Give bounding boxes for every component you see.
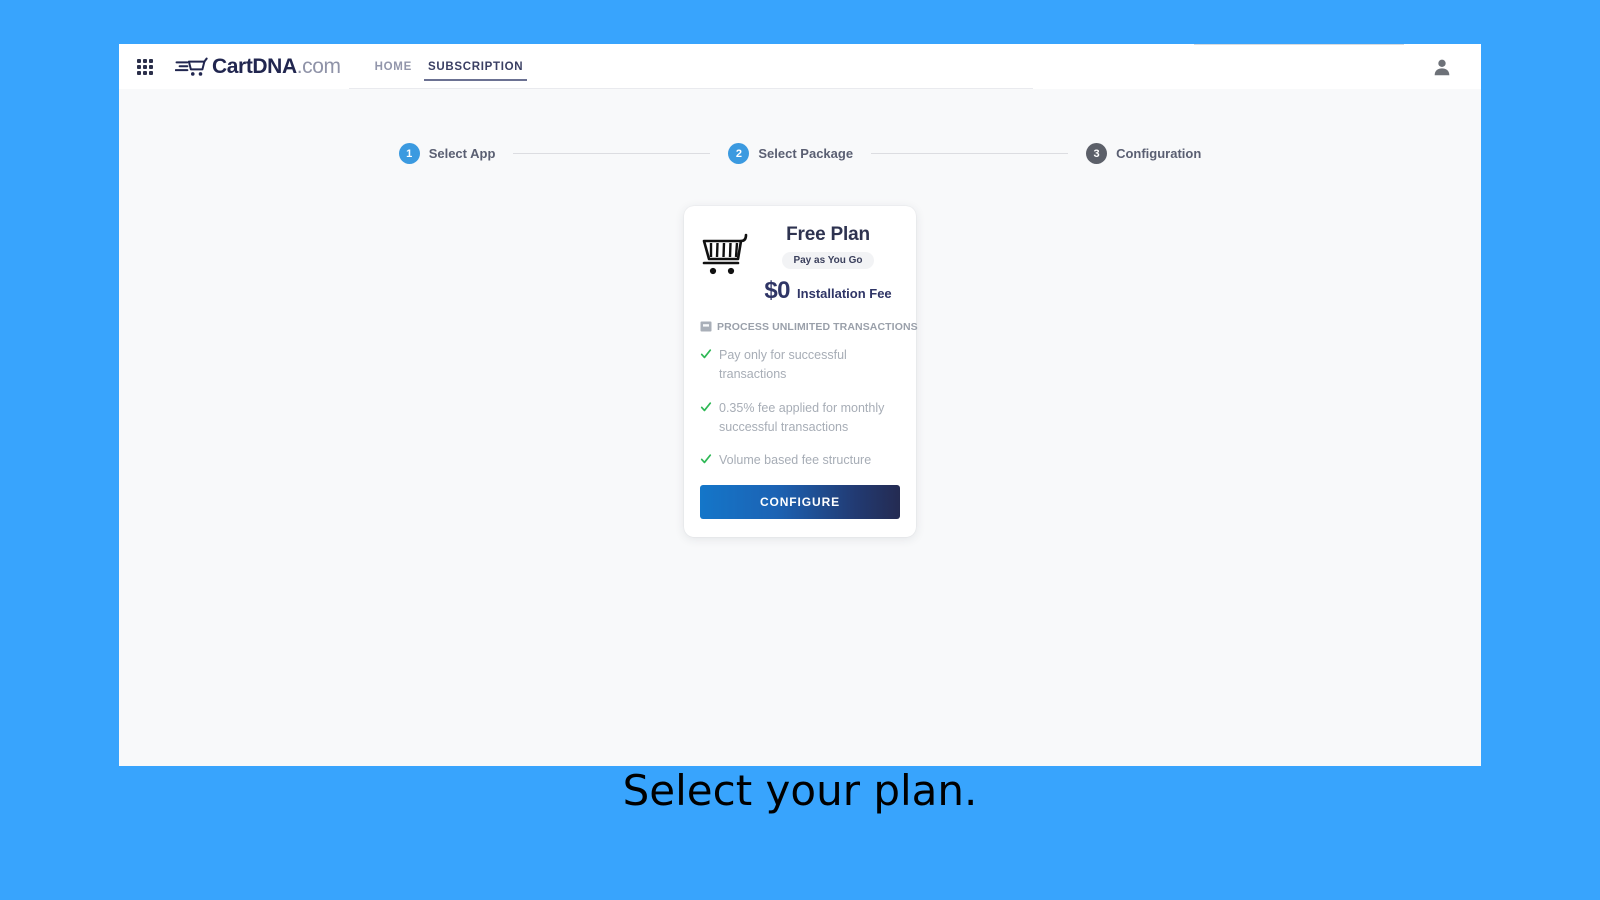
fast-cart-logo-icon bbox=[175, 56, 208, 76]
step-select-app[interactable]: 1 Select App bbox=[398, 143, 496, 164]
step-1-number: 1 bbox=[398, 143, 420, 164]
check-icon bbox=[700, 401, 712, 411]
step-3-number: 3 bbox=[1086, 143, 1108, 164]
app-content-panel: CartDNA .com HOME SUBSCRIPTION 1 Select A… bbox=[119, 44, 1481, 766]
step-select-package[interactable]: 2 Select Package bbox=[728, 143, 853, 164]
list-item: Volume based fee structure bbox=[700, 451, 900, 470]
brand-logo[interactable]: CartDNA .com bbox=[175, 55, 341, 79]
plan-badge: Pay as You Go bbox=[782, 251, 874, 269]
list-item: 0.35% fee applied for monthly successful… bbox=[700, 399, 900, 438]
step-1-label: Select App bbox=[428, 146, 496, 161]
plan-feature-list: Pay only for successful transactions 0.3… bbox=[700, 346, 900, 471]
page-caption: Select your plan. bbox=[622, 766, 978, 815]
brand-name: CartDNA bbox=[212, 55, 297, 78]
progress-stepper: 1 Select App 2 Select Package 3 Configur… bbox=[119, 143, 1481, 164]
topbar-divider bbox=[349, 88, 1033, 89]
user-avatar-icon[interactable] bbox=[1429, 54, 1455, 80]
step-2-label: Select Package bbox=[758, 146, 854, 161]
step-configuration[interactable]: 3 Configuration bbox=[1086, 143, 1201, 164]
nav-item-subscription[interactable]: SUBSCRIPTION bbox=[420, 44, 531, 89]
plan-subhead: PROCESS UNLIMITED TRANSACTIONS bbox=[700, 321, 918, 333]
plan-price-label: Installation Fee bbox=[797, 285, 892, 301]
feature-text: Pay only for successful transactions bbox=[719, 347, 847, 382]
plan-price: $0 bbox=[764, 276, 791, 304]
step-connector-2 bbox=[871, 153, 1069, 154]
plan-title: Free Plan bbox=[786, 224, 870, 245]
nav-links: HOME SUBSCRIPTION bbox=[367, 44, 532, 89]
plan-title-block: Free Plan Pay as You Go $0 Installation … bbox=[752, 224, 900, 305]
transactions-card-icon bbox=[700, 321, 712, 332]
grid-apps-icon[interactable] bbox=[137, 58, 153, 75]
top-navigation-bar: CartDNA .com HOME SUBSCRIPTION bbox=[119, 44, 1481, 89]
plan-price-row: $0 Installation Fee bbox=[764, 277, 891, 305]
step-3-label: Configuration bbox=[1116, 146, 1202, 161]
feature-text: 0.35% fee applied for monthly successful… bbox=[719, 400, 885, 434]
brand-tld: .com bbox=[296, 54, 341, 78]
plan-card-free[interactable]: Free Plan Pay as You Go $0 Installation … bbox=[684, 206, 918, 537]
nav-item-home[interactable]: HOME bbox=[367, 44, 420, 89]
check-icon bbox=[700, 349, 712, 359]
avatar-glyph bbox=[1434, 59, 1450, 75]
list-item: Pay only for successful transactions bbox=[700, 346, 900, 385]
topbar-rule bbox=[1194, 44, 1404, 45]
configure-button[interactable]: CONFIGURE bbox=[700, 484, 900, 519]
plan-subhead-text: PROCESS UNLIMITED TRANSACTIONS bbox=[717, 320, 918, 333]
plan-card-area: Free Plan Pay as You Go $0 Installation … bbox=[119, 206, 1481, 537]
check-icon bbox=[700, 454, 712, 464]
plan-card-header: Free Plan Pay as You Go $0 Installation … bbox=[700, 224, 900, 305]
step-connector-1 bbox=[513, 153, 711, 154]
step-2-number: 2 bbox=[728, 143, 750, 164]
feature-text: Volume based fee structure bbox=[719, 453, 872, 468]
shopping-cart-icon bbox=[702, 233, 748, 275]
